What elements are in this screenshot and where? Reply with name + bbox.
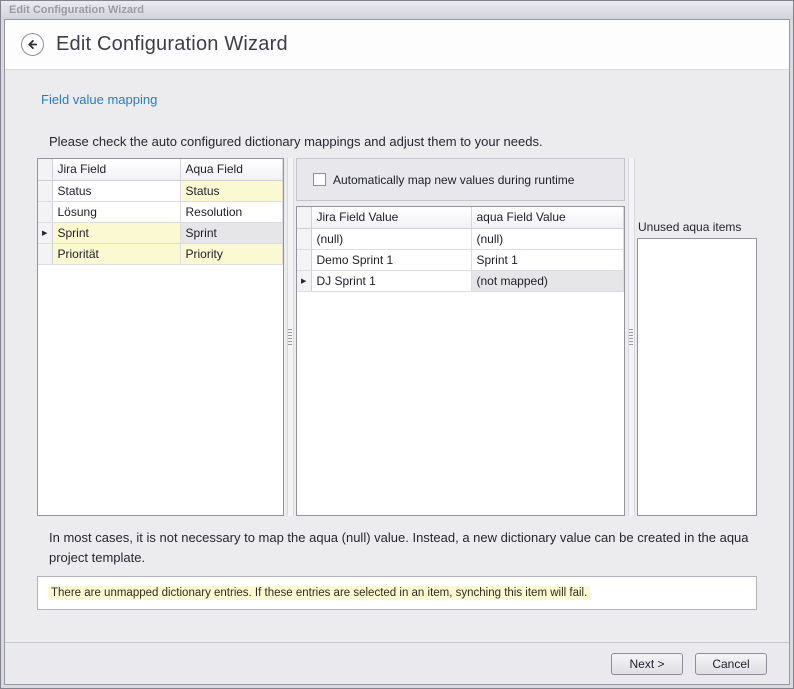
content-area: Field value mapping Please check the aut… — [5, 70, 789, 642]
column-header[interactable]: Aqua Field — [180, 159, 283, 180]
table-row: PrioritätPriority — [38, 243, 283, 264]
value-mapping-table: Jira Field Valueaqua Field Value(null)(n… — [297, 207, 624, 292]
unused-items-column: Unused aqua items — [637, 158, 757, 516]
value-mapping-grid-box: Jira Field Valueaqua Field Value(null)(n… — [296, 206, 625, 516]
table-cell[interactable]: Priority — [180, 243, 283, 264]
column-header[interactable]: aqua Field Value — [471, 207, 624, 228]
field-mapping-table: Jira FieldAqua FieldStatusStatusLösungRe… — [38, 159, 283, 265]
warning-box: There are unmapped dictionary entries. I… — [37, 576, 757, 610]
table-cell[interactable]: Sprint — [52, 222, 180, 243]
splitter-grip-icon — [288, 329, 292, 346]
row-selector[interactable] — [38, 201, 52, 222]
footer-bar: Next > Cancel — [5, 642, 789, 684]
row-selector-header[interactable] — [38, 159, 52, 180]
table-cell[interactable]: Status — [52, 180, 180, 201]
instruction-text: Please check the auto configured diction… — [49, 134, 757, 149]
table-row: (null)(null) — [297, 228, 624, 249]
back-arrow-icon — [26, 38, 39, 51]
next-button[interactable]: Next > — [611, 653, 683, 675]
table-cell[interactable]: (null) — [311, 228, 471, 249]
warning-text: There are unmapped dictionary entries. I… — [48, 586, 590, 600]
mapping-panels: Jira FieldAqua FieldStatusStatusLösungRe… — [37, 158, 757, 516]
column-header[interactable]: Jira Field — [52, 159, 180, 180]
row-selector[interactable] — [297, 249, 311, 270]
table-row: LösungResolution — [38, 201, 283, 222]
row-selector[interactable] — [38, 180, 52, 201]
row-selector-header[interactable] — [297, 207, 311, 228]
table-cell[interactable]: Priorität — [52, 243, 180, 264]
table-cell[interactable]: (not mapped) — [471, 270, 624, 291]
window-titlebar[interactable]: Edit Configuration Wizard — [1, 1, 793, 19]
field-mapping-grid-box: Jira FieldAqua FieldStatusStatusLösungRe… — [37, 158, 284, 516]
section-title: Field value mapping — [41, 92, 757, 107]
table-cell[interactable]: Lösung — [52, 201, 180, 222]
table-cell[interactable]: DJ Sprint 1 — [311, 270, 471, 291]
splitter-grip-icon — [629, 329, 633, 346]
window-title: Edit Configuration Wizard — [9, 4, 144, 16]
table-cell[interactable]: (null) — [471, 228, 624, 249]
current-row-marker-icon[interactable]: ▶ — [38, 222, 52, 243]
row-selector[interactable] — [297, 228, 311, 249]
table-row: ▶SprintSprint — [38, 222, 283, 243]
value-mapping-column: Automatically map new values during runt… — [296, 158, 625, 516]
client-area: Edit Configuration Wizard Field value ma… — [4, 19, 790, 685]
unused-aqua-items-list[interactable] — [637, 238, 757, 516]
back-button[interactable] — [21, 33, 44, 56]
table-row: Demo Sprint 1Sprint 1 — [297, 249, 624, 270]
table-cell[interactable]: Resolution — [180, 201, 283, 222]
splitter-left-track — [287, 158, 294, 516]
unused-aqua-items-label: Unused aqua items — [638, 220, 757, 234]
auto-map-checkbox-label[interactable]: Automatically map new values during runt… — [333, 173, 574, 187]
page-title: Edit Configuration Wizard — [56, 33, 288, 56]
note-text: In most cases, it is not necessary to ma… — [49, 528, 749, 567]
auto-map-checkbox[interactable] — [313, 173, 326, 186]
auto-map-panel: Automatically map new values during runt… — [296, 158, 625, 201]
splitter-right[interactable] — [625, 158, 637, 516]
table-cell[interactable]: Status — [180, 180, 283, 201]
splitter-right-track — [628, 158, 635, 516]
table-cell[interactable]: Sprint — [180, 222, 283, 243]
edit-configuration-wizard-window: Edit Configuration Wizard Edit Configura… — [0, 0, 794, 689]
table-cell[interactable]: Sprint 1 — [471, 249, 624, 270]
splitter-left[interactable] — [284, 158, 296, 516]
table-row: ▶DJ Sprint 1(not mapped) — [297, 270, 624, 291]
column-header[interactable]: Jira Field Value — [311, 207, 471, 228]
table-row: StatusStatus — [38, 180, 283, 201]
cancel-button[interactable]: Cancel — [695, 653, 767, 675]
row-selector[interactable] — [38, 243, 52, 264]
current-row-marker-icon[interactable]: ▶ — [297, 270, 311, 291]
wizard-header: Edit Configuration Wizard — [5, 20, 789, 70]
table-cell[interactable]: Demo Sprint 1 — [311, 249, 471, 270]
